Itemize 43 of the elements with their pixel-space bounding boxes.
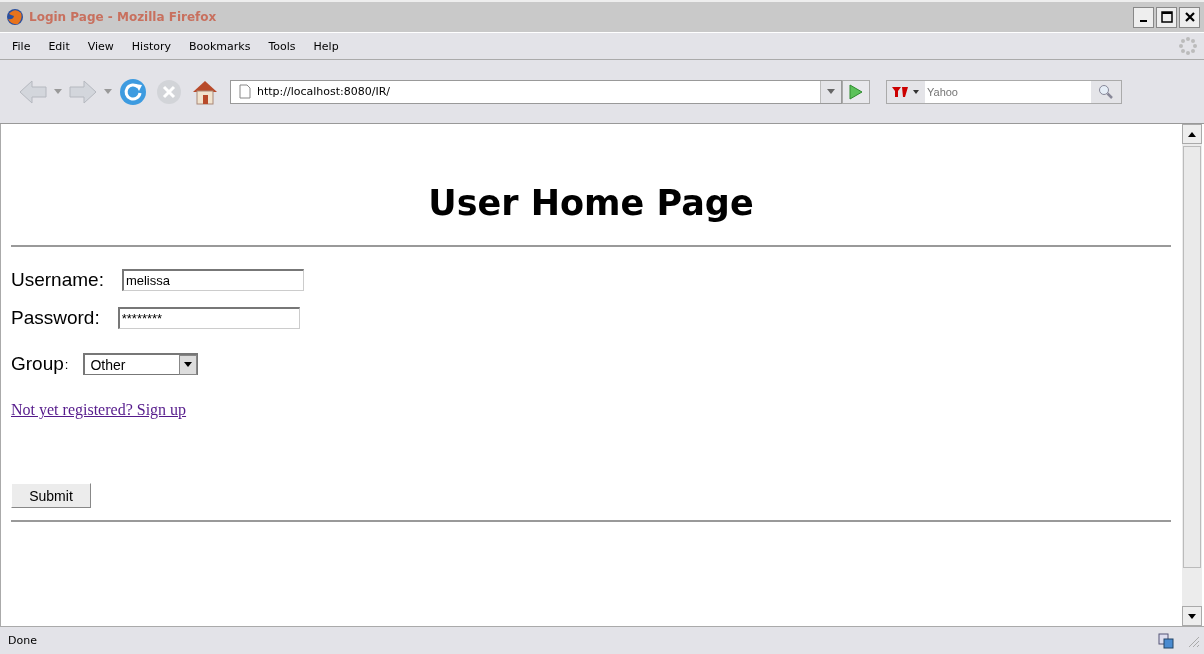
colon-label: : bbox=[64, 356, 69, 372]
field-label: Username: bbox=[11, 269, 104, 291]
field-label: Password: bbox=[11, 307, 100, 329]
minimize-icon bbox=[1140, 20, 1147, 22]
search-bar[interactable]: Yahoo bbox=[886, 79, 1122, 104]
reload-icon[interactable] bbox=[118, 76, 148, 107]
input-field[interactable]: melissa bbox=[121, 269, 304, 291]
window-title: Login Page - Mozilla Firefox bbox=[29, 10, 217, 24]
menu-item[interactable]: File bbox=[12, 39, 31, 53]
globe-icon bbox=[6, 8, 24, 26]
maximize-icon bbox=[1160, 11, 1173, 23]
minimize-button[interactable] bbox=[1133, 6, 1154, 28]
scroll-down-icon[interactable] bbox=[1188, 613, 1196, 619]
group-dropdown[interactable]: Other bbox=[83, 353, 199, 375]
close-button[interactable] bbox=[1179, 6, 1200, 28]
close-icon bbox=[1183, 11, 1196, 23]
throbber-icon bbox=[1178, 36, 1198, 56]
page-icon bbox=[239, 84, 251, 99]
search-icon[interactable] bbox=[1091, 80, 1121, 103]
caret-icon bbox=[184, 362, 193, 367]
page-heading: User Home Page bbox=[427, 183, 755, 223]
menu-item[interactable]: History bbox=[131, 39, 171, 53]
play-icon bbox=[849, 83, 863, 100]
dropdown-icon[interactable] bbox=[104, 88, 112, 95]
scrollbar[interactable] bbox=[1182, 124, 1202, 626]
network-icon bbox=[1158, 632, 1174, 649]
signup-link[interactable]: Not yet registered? Sign up bbox=[11, 401, 187, 419]
submit-button[interactable]: Submit bbox=[11, 483, 91, 508]
menu-item[interactable]: Help bbox=[313, 39, 339, 53]
maximize-button[interactable] bbox=[1156, 6, 1177, 28]
status-text: Done bbox=[8, 634, 38, 647]
address-field[interactable]: http://localhost:8080/IR/ bbox=[230, 79, 842, 104]
scroll-up-icon[interactable] bbox=[1188, 131, 1196, 137]
go-button[interactable] bbox=[842, 79, 870, 104]
input-field[interactable]: ******** bbox=[117, 307, 300, 329]
search-engine-icon[interactable] bbox=[887, 80, 925, 103]
menu-item[interactable]: Tools bbox=[268, 39, 296, 53]
dropdown-icon[interactable] bbox=[54, 88, 62, 95]
menu-item[interactable]: View bbox=[87, 39, 114, 53]
dropdown-icon[interactable] bbox=[820, 80, 841, 103]
menu-item[interactable]: Edit bbox=[48, 39, 70, 53]
menu-item[interactable]: Bookmarks bbox=[189, 39, 251, 53]
field-label: Group bbox=[11, 353, 64, 375]
